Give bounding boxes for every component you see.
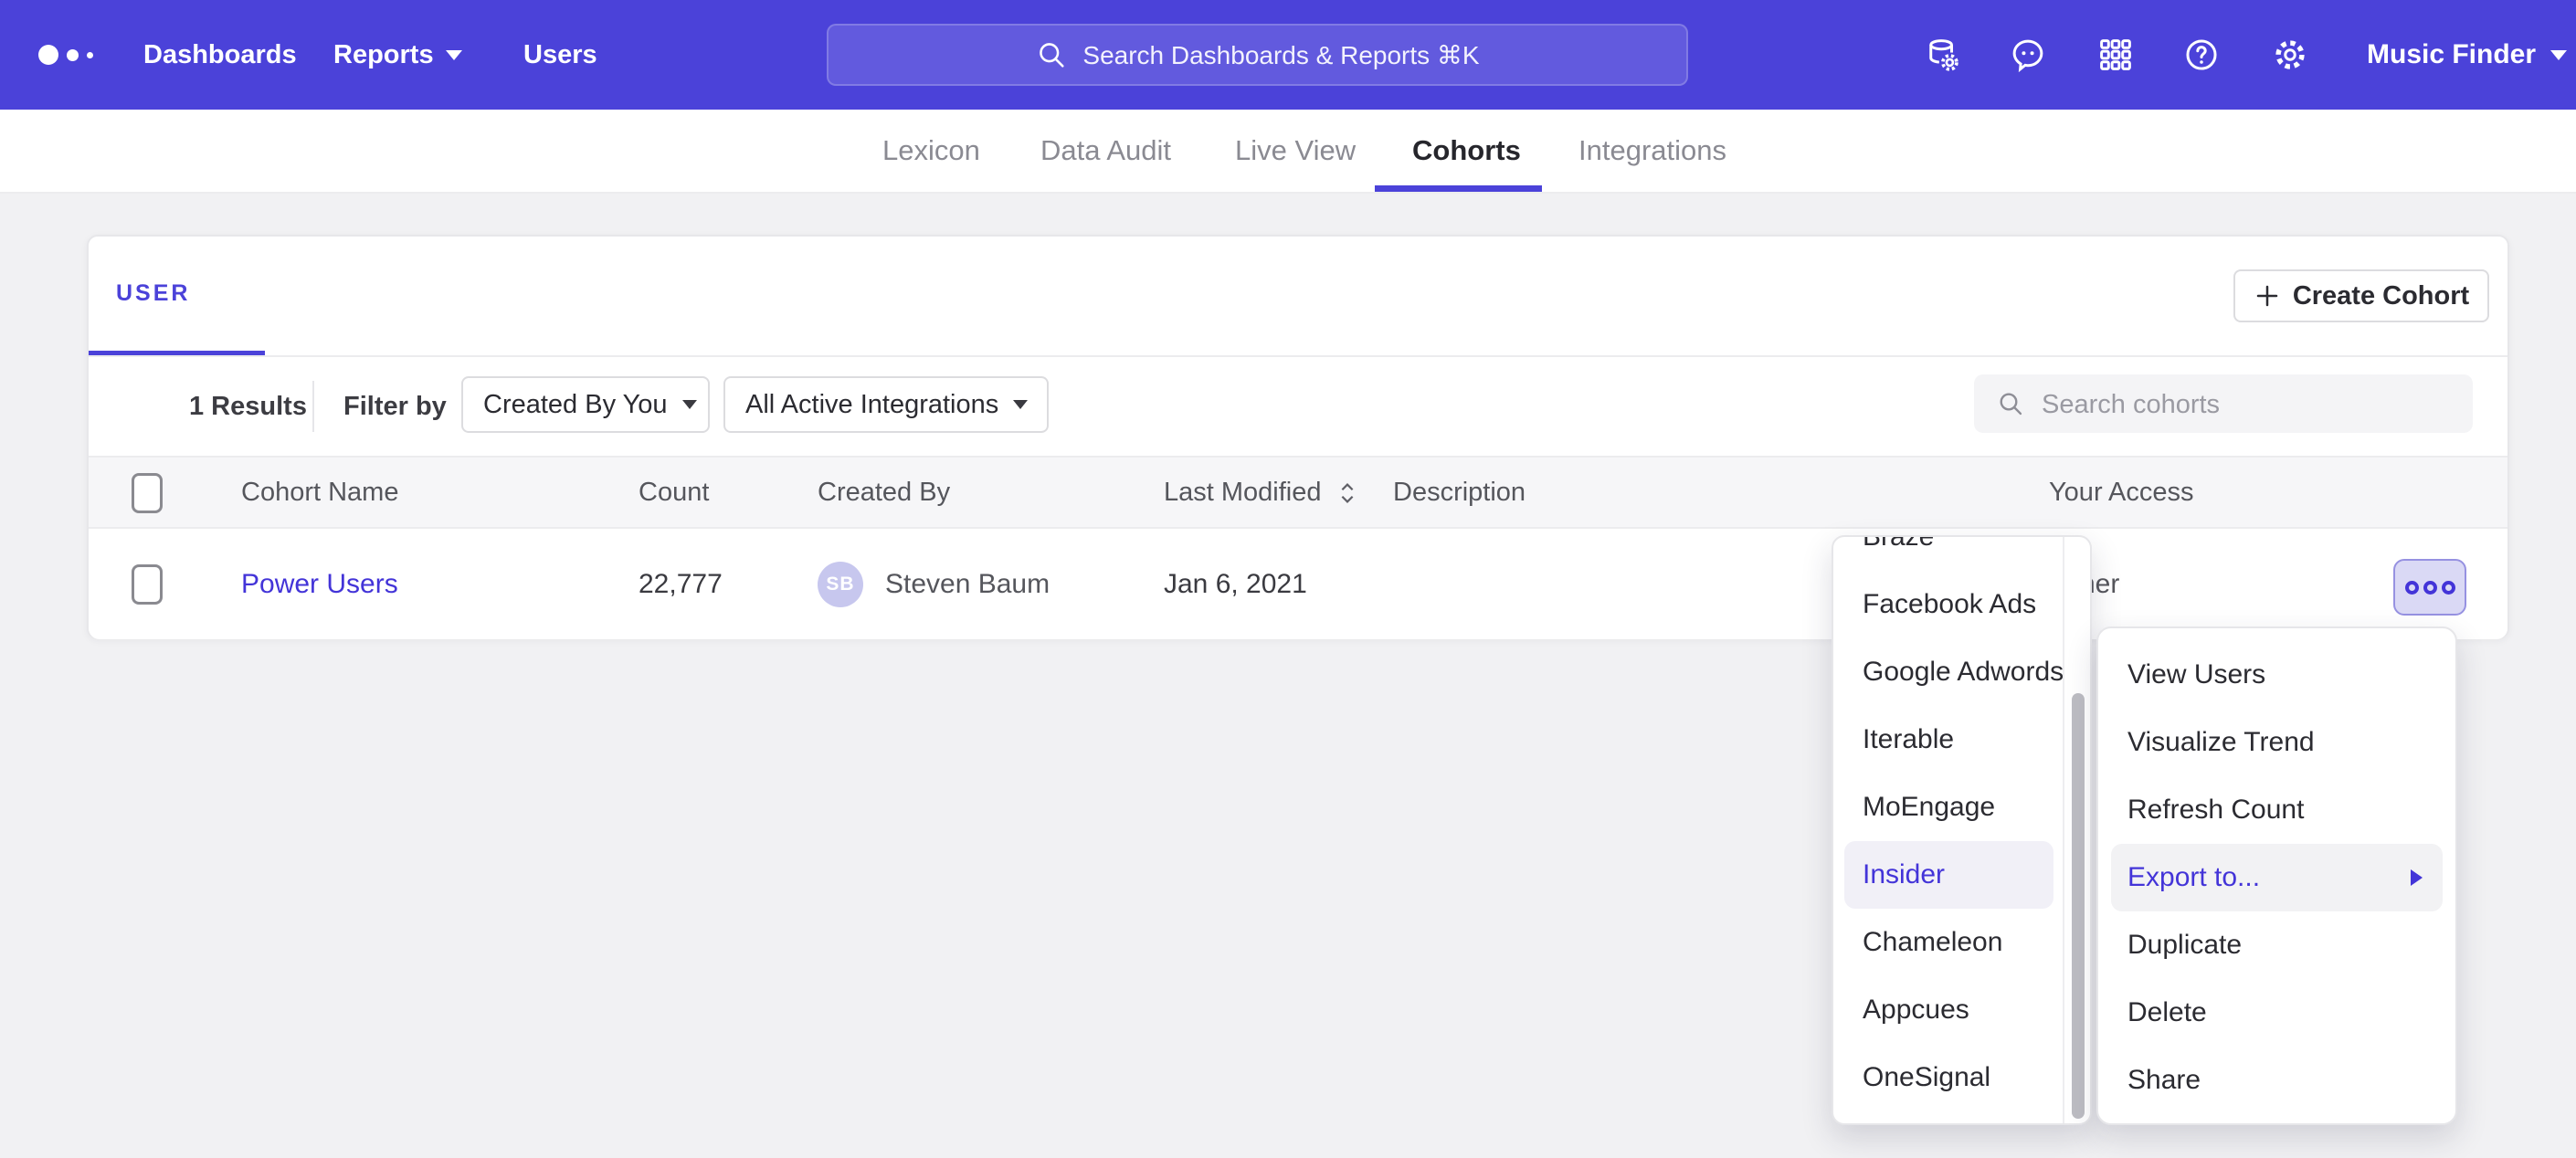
project-switcher[interactable]: Music Finder <box>2367 0 2567 110</box>
menu-item-view-users[interactable]: View Users <box>2098 641 2455 709</box>
plus-icon <box>2254 282 2281 310</box>
tab-data-audit[interactable]: Data Audit <box>1040 110 1171 194</box>
col-cohort-name[interactable]: Cohort Name <box>241 458 398 527</box>
global-search-placeholder: Search Dashboards & Reports ⌘K <box>1082 40 1479 70</box>
tab-lexicon[interactable]: Lexicon <box>882 110 980 194</box>
search-icon <box>1996 389 2025 418</box>
tab-integrations[interactable]: Integrations <box>1578 110 1726 194</box>
logo-dot-medium <box>67 49 79 61</box>
nav-users[interactable]: Users <box>523 0 597 110</box>
project-name: Music Finder <box>2367 39 2536 70</box>
tab-live-view[interactable]: Live View <box>1235 110 1356 194</box>
apps-grid-icon[interactable] <box>2096 36 2135 74</box>
col-last-modified-label: Last Modified <box>1164 478 1322 507</box>
chevron-down-icon <box>1013 400 1028 409</box>
select-all-checkbox[interactable] <box>132 473 163 513</box>
nav-dashboards[interactable]: Dashboards <box>143 0 297 110</box>
row-context-menu: View Users Visualize Trend Refresh Count… <box>2096 626 2457 1125</box>
chevron-down-icon <box>2550 50 2567 60</box>
cohorts-card: USER Create Cohort 1 Results Filter by C… <box>87 235 2509 639</box>
menu-item-duplicate[interactable]: Duplicate <box>2098 911 2455 979</box>
menu-item-visualize-trend[interactable]: Visualize Trend <box>2098 709 2455 776</box>
table-row: Power Users 22,777 SB Steven Baum Jan 6,… <box>89 529 2507 639</box>
help-icon[interactable] <box>2182 36 2221 74</box>
cohort-search <box>1974 374 2473 433</box>
logo-dot-small <box>87 52 93 58</box>
nav-reports[interactable]: Reports <box>333 0 462 110</box>
global-search[interactable]: Search Dashboards & Reports ⌘K <box>827 24 1688 86</box>
filter-by-label: Filter by <box>343 392 447 422</box>
data-management-icon[interactable] <box>1923 36 1961 74</box>
filter-integrations-value: All Active Integrations <box>745 390 998 420</box>
divider <box>312 381 314 432</box>
feedback-icon[interactable] <box>2009 36 2047 74</box>
tab-user-cohorts[interactable]: USER <box>116 280 190 307</box>
submenu-item-braze[interactable]: Braze <box>1833 535 2090 571</box>
submenu-item-chameleon[interactable]: Chameleon <box>1833 909 2090 976</box>
more-options-icon <box>2442 581 2455 595</box>
col-description[interactable]: Description <box>1393 458 1526 527</box>
menu-item-refresh-count[interactable]: Refresh Count <box>2098 776 2455 844</box>
sort-icon[interactable] <box>1338 480 1357 506</box>
filter-created-by-dropdown[interactable]: Created By You <box>461 376 710 433</box>
submenu-item-iterable[interactable]: Iterable <box>1833 706 2090 774</box>
create-cohort-label: Create Cohort <box>2293 281 2469 311</box>
cohort-name-link[interactable]: Power Users <box>241 529 398 639</box>
row-more-options-button[interactable] <box>2393 559 2466 616</box>
created-by-name: Steven Baum <box>885 529 1050 639</box>
menu-item-export-to-label: Export to... <box>2127 862 2260 892</box>
submenu-item-appcues[interactable]: Appcues <box>1833 976 2090 1044</box>
search-icon <box>1035 38 1068 71</box>
col-created-by[interactable]: Created By <box>818 458 950 527</box>
nav-reports-label: Reports <box>333 40 434 70</box>
submenu-item-moengage[interactable]: MoEngage <box>1833 774 2090 841</box>
cohort-search-input[interactable] <box>2040 374 2464 435</box>
submenu-arrow-icon <box>2411 869 2423 886</box>
export-destinations-submenu: Braze Facebook Ads Google Adwords Iterab… <box>1832 535 2092 1125</box>
col-last-modified[interactable]: Last Modified <box>1164 458 1357 527</box>
results-count: 1 Results <box>189 392 307 422</box>
avatar: SB <box>818 562 863 607</box>
col-your-access[interactable]: Your Access <box>2049 458 2194 527</box>
submenu-item-onesignal[interactable]: OneSignal <box>1833 1044 2090 1111</box>
filter-integrations-dropdown[interactable]: All Active Integrations <box>723 376 1049 433</box>
filter-created-by-value: Created By You <box>483 390 668 420</box>
submenu-item-insider[interactable]: Insider <box>1844 841 2053 909</box>
submenu-scrollbar-thumb[interactable] <box>2072 693 2085 1119</box>
menu-item-delete[interactable]: Delete <box>2098 979 2455 1047</box>
chevron-down-icon <box>446 50 462 60</box>
tab-cohorts[interactable]: Cohorts <box>1412 110 1521 194</box>
settings-gear-icon[interactable] <box>2271 36 2309 74</box>
cohort-count: 22,777 <box>639 529 723 639</box>
mixpanel-logo[interactable] <box>38 0 93 110</box>
more-options-icon <box>2405 581 2419 595</box>
active-tab-indicator <box>1375 185 1542 192</box>
last-modified-date: Jan 6, 2021 <box>1164 529 1307 639</box>
section-tabs: Lexicon Data Audit Live View Cohorts Int… <box>0 110 2576 194</box>
create-cohort-button[interactable]: Create Cohort <box>2233 269 2489 322</box>
submenu-item-google-adwords[interactable]: Google Adwords <box>1833 638 2090 706</box>
row-checkbox[interactable] <box>132 564 163 605</box>
menu-item-export-to[interactable]: Export to... <box>2111 844 2443 911</box>
more-options-icon <box>2423 581 2437 595</box>
chevron-down-icon <box>682 400 697 409</box>
top-nav: Dashboards Reports Users Search Dashboar… <box>0 0 2576 110</box>
submenu-item-facebook-ads[interactable]: Facebook Ads <box>1833 571 2090 638</box>
col-count[interactable]: Count <box>639 458 709 527</box>
divider <box>89 355 2507 357</box>
table-header: Cohort Name Count Created By Last Modifi… <box>89 456 2507 529</box>
logo-dot-large <box>38 45 58 65</box>
cohorts-page: Dashboards Reports Users Search Dashboar… <box>0 0 2576 1158</box>
menu-item-share[interactable]: Share <box>2098 1047 2455 1114</box>
